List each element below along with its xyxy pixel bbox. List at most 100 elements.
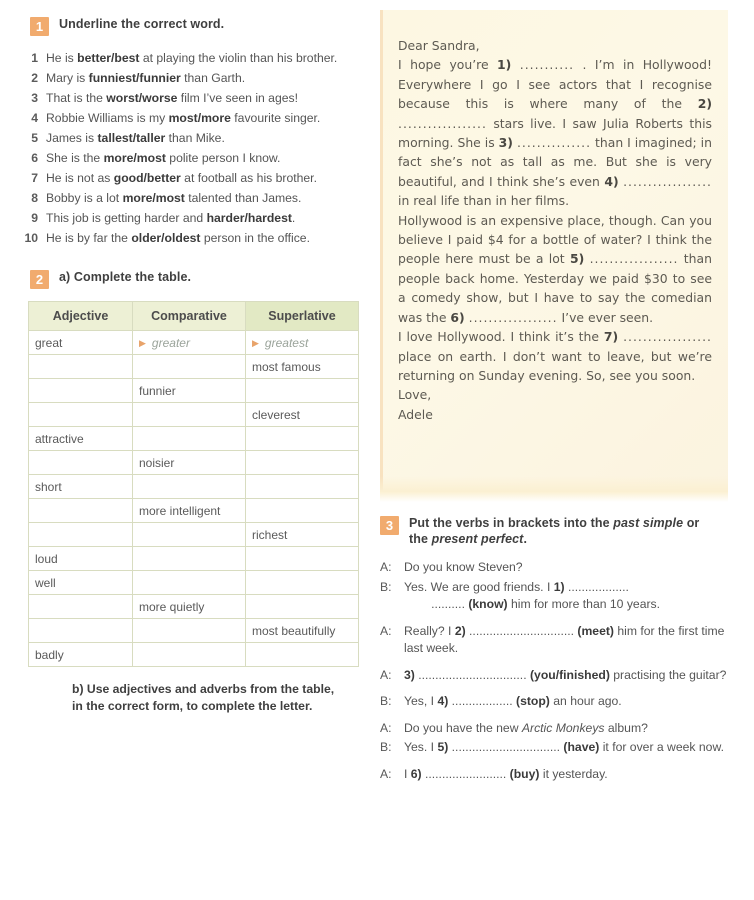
question-item: 8 Bobby is a lot more/most talented than … xyxy=(20,190,358,207)
question-text[interactable]: She is the more/most polite person I kno… xyxy=(46,150,358,167)
table-row: more quietly xyxy=(28,594,359,619)
question-text[interactable]: He is by far the older/oldest person in … xyxy=(46,230,358,247)
cell-superlative[interactable] xyxy=(245,642,359,667)
cell-comparative[interactable]: noisier xyxy=(132,450,246,475)
cell-comparative[interactable]: more intelligent xyxy=(132,498,246,523)
cell-adjective[interactable] xyxy=(28,498,133,523)
dialogue-text[interactable]: 3) ................................ (you… xyxy=(404,667,740,685)
cell-superlative[interactable] xyxy=(245,426,359,451)
left-column: 1 Underline the correct word. 1 He is bet… xyxy=(0,0,372,900)
dialogue-text[interactable]: Yes. We are good friends. I 1) .........… xyxy=(404,579,740,614)
cell-superlative[interactable] xyxy=(245,474,359,499)
dialogue-line: B: Yes. I 5) ............................… xyxy=(380,739,740,757)
cell-superlative[interactable]: richest xyxy=(245,522,359,547)
question-text[interactable]: He is not as good/better at football as … xyxy=(46,170,358,187)
cell-adjective[interactable] xyxy=(28,522,133,547)
dialogue-line: B: Yes, I 4) .................. (stop) an… xyxy=(380,693,740,711)
question-item: 5 James is tallest/taller than Mike. xyxy=(20,130,358,147)
cell-comparative[interactable] xyxy=(132,474,246,499)
letter-paragraph[interactable]: I hope you’re 1) ........... . I’m in Ho… xyxy=(398,55,712,210)
exercise-1-number-badge: 1 xyxy=(30,17,49,36)
cell-comparative[interactable] xyxy=(132,618,246,643)
table-row: most beautifully xyxy=(28,618,359,643)
cell-comparative[interactable] xyxy=(132,402,246,427)
question-number: 8 xyxy=(31,191,38,205)
cell-superlative[interactable]: most famous xyxy=(245,354,359,379)
table-row: great ▶ greater ▶ greatest xyxy=(28,330,359,355)
cell-comparative[interactable] xyxy=(132,642,246,667)
exercise-2-heading: 2 a) Complete the table. xyxy=(30,269,358,289)
cell-adjective[interactable]: well xyxy=(28,570,133,595)
cell-comparative[interactable]: more quietly xyxy=(132,594,246,619)
exercise-3-heading: 3 Put the verbs in brackets into the pas… xyxy=(380,515,740,547)
cell-comparative[interactable] xyxy=(132,546,246,571)
dialogue-line: B: Yes. We are good friends. I 1) .......… xyxy=(380,579,740,614)
cell-adjective[interactable]: loud xyxy=(28,546,133,571)
cell-comparative[interactable]: ▶ greater xyxy=(132,330,246,355)
dialogue-text[interactable]: Really? I 2) ...........................… xyxy=(404,623,740,658)
question-number: 3 xyxy=(31,91,38,105)
cell-adjective[interactable] xyxy=(28,378,133,403)
dialogue-line: A: Do you know Steven? xyxy=(380,559,740,577)
question-item: 6 She is the more/most polite person I kn… xyxy=(20,150,358,167)
cell-comparative[interactable] xyxy=(132,426,246,451)
dialogue-text[interactable]: Yes. I 5) ..............................… xyxy=(404,739,740,757)
cell-comparative[interactable]: funnier xyxy=(132,378,246,403)
cell-adjective[interactable] xyxy=(28,354,133,379)
cell-superlative[interactable] xyxy=(245,570,359,595)
letter-paragraph[interactable]: I love Hollywood. I think it’s the 7) ..… xyxy=(398,327,712,385)
table-row: well xyxy=(28,570,359,595)
cell-adjective[interactable] xyxy=(28,402,133,427)
exercise-2-number-badge: 2 xyxy=(30,270,49,289)
dialogue-line: A: 3) ................................ (y… xyxy=(380,667,740,685)
question-text[interactable]: This job is getting harder and harder/ha… xyxy=(46,210,358,227)
dialogue-speaker: B: xyxy=(380,579,392,594)
cell-adjective[interactable] xyxy=(28,450,133,475)
dialogue-speaker: A: xyxy=(380,560,392,574)
cell-superlative[interactable]: most beautifully xyxy=(245,618,359,643)
dialogue-text[interactable]: Do you have the new Arctic Monkeys album… xyxy=(404,720,740,738)
table-body: great ▶ greater ▶ greatest most famous funnier… xyxy=(28,330,359,667)
letter-paragraph[interactable]: Adele xyxy=(398,405,712,424)
dialogue-speaker: A: xyxy=(380,667,392,682)
cell-comparative[interactable] xyxy=(132,570,246,595)
question-number: 5 xyxy=(31,131,38,145)
question-number: 4 xyxy=(31,111,38,125)
cell-superlative[interactable]: ▶ greatest xyxy=(245,330,359,355)
cell-superlative[interactable] xyxy=(245,594,359,619)
question-text[interactable]: Robbie Williams is my most/more favourit… xyxy=(46,110,358,127)
cell-adjective[interactable] xyxy=(28,594,133,619)
column-header-superlative: Superlative xyxy=(245,301,359,331)
cell-superlative[interactable] xyxy=(245,546,359,571)
cell-adjective[interactable] xyxy=(28,618,133,643)
dialogue-speaker: A: xyxy=(380,766,392,781)
letter-paragraph[interactable]: Hollywood is an expensive place, though.… xyxy=(398,211,712,327)
cell-comparative[interactable] xyxy=(132,354,246,379)
cell-adjective[interactable]: badly xyxy=(28,642,133,667)
letter-card: Dear Sandra, I hope you’re 1) ...........… xyxy=(380,10,728,502)
adjective-table-wrapper: Adjective Comparative Superlative great ▶… xyxy=(28,301,359,667)
table-row: most famous xyxy=(28,354,359,379)
dialogue-text[interactable]: I 6) ........................ (buy) it y… xyxy=(404,766,740,784)
question-text[interactable]: That is the worst/worse film I’ve seen i… xyxy=(46,90,358,107)
letter-paragraph[interactable]: Dear Sandra, xyxy=(398,36,712,55)
question-item: 9 This job is getting harder and harder/h… xyxy=(20,210,358,227)
exercise-2-title-a: a) Complete the table. xyxy=(59,270,192,284)
question-number: 6 xyxy=(31,151,38,165)
cell-adjective[interactable]: great xyxy=(28,330,133,355)
question-text[interactable]: Bobby is a lot more/most talented than J… xyxy=(46,190,358,207)
cell-superlative[interactable] xyxy=(245,450,359,475)
cell-comparative[interactable] xyxy=(132,522,246,547)
dialogue-text[interactable]: Do you know Steven? xyxy=(404,559,740,577)
dialogue-text[interactable]: Yes, I 4) .................. (stop) an h… xyxy=(404,693,740,711)
question-text[interactable]: He is better/best at playing the violin … xyxy=(46,50,358,67)
cell-superlative[interactable] xyxy=(245,498,359,523)
cell-adjective[interactable]: attractive xyxy=(28,426,133,451)
cell-superlative[interactable] xyxy=(245,378,359,403)
cell-superlative[interactable]: cleverest xyxy=(245,402,359,427)
table-row: loud xyxy=(28,546,359,571)
question-text[interactable]: James is tallest/taller than Mike. xyxy=(46,130,358,147)
question-text[interactable]: Mary is funniest/funnier than Garth. xyxy=(46,70,358,87)
letter-paragraph[interactable]: Love, xyxy=(398,385,712,404)
cell-adjective[interactable]: short xyxy=(28,474,133,499)
